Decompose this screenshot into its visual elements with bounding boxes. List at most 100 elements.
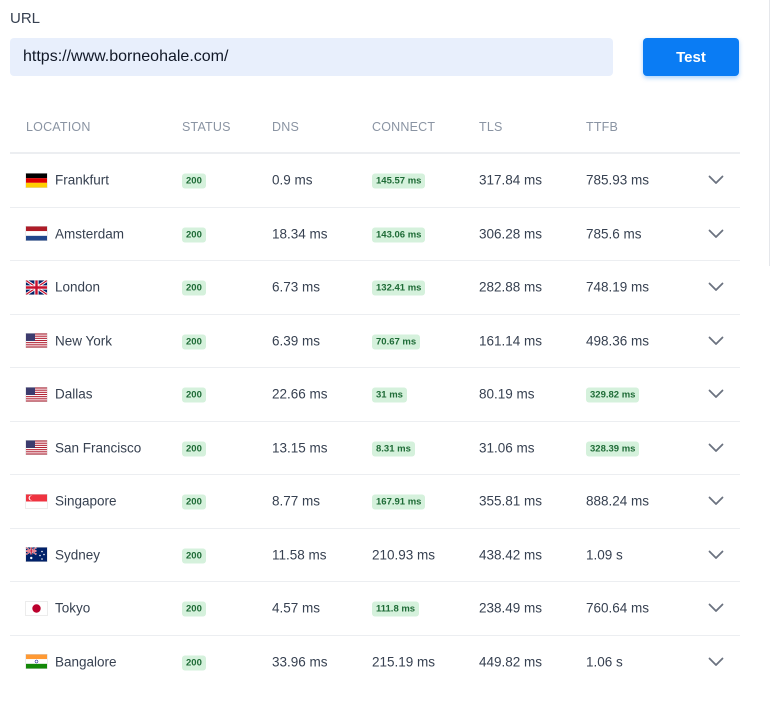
- dns-value: 6.73 ms: [272, 279, 321, 295]
- location-name: Dallas: [55, 386, 93, 402]
- connect-cell: 145.57 ms: [372, 172, 426, 189]
- location-name: New York: [55, 333, 113, 349]
- location-cell: Bangalore: [26, 654, 117, 669]
- connect-badge: 143.06 ms: [372, 227, 426, 243]
- ttfb-value: 1.09 s: [586, 547, 623, 563]
- table-row[interactable]: Bangalore 200 33.96 ms 215.19 ms 449.82 ms 1.…: [10, 636, 740, 689]
- status-cell: 200: [182, 332, 206, 350]
- location-cell: Frankfurt: [26, 173, 109, 188]
- connect-value: 167.91 ms: [376, 496, 422, 508]
- dns-value: 22.66 ms: [272, 386, 328, 402]
- connect-cell: 215.19 ms: [372, 654, 435, 669]
- status-cell: 200: [182, 439, 206, 457]
- tls-value: 438.42 ms: [479, 547, 543, 563]
- germany-flag-icon: [26, 173, 47, 188]
- india-flag-icon: [26, 654, 47, 669]
- ttfb-value: 748.19 ms: [586, 279, 650, 295]
- status-badge: 200: [182, 387, 206, 403]
- ttfb-value: 329.82 ms: [590, 389, 636, 401]
- location-cell: New York: [26, 333, 112, 348]
- url-label: URL: [10, 10, 41, 27]
- table-row[interactable]: Frankfurt 200 0.9 ms 145.57 ms 317.84 ms 785.…: [10, 154, 740, 208]
- ttfb-cell: 785.93 ms: [586, 173, 649, 188]
- status-badge: 200: [182, 494, 206, 510]
- ttfb-value: 1.06 s: [586, 654, 623, 670]
- location-cell: Dallas: [26, 387, 93, 402]
- japan-flag-icon: [26, 601, 47, 616]
- netherlands-flag-icon: [26, 226, 47, 241]
- table-row[interactable]: Dallas 200 22.66 ms 31 ms 80.19 ms 329.82 ms: [10, 368, 740, 422]
- chevron-down-icon[interactable]: [706, 545, 726, 565]
- ttfb-header: TTFB: [586, 120, 619, 134]
- table-row[interactable]: London 200 6.73 ms 132.41 ms 282.88 ms 748.19…: [10, 261, 740, 315]
- status-cell: 200: [182, 653, 206, 671]
- tls-value: 161.14 ms: [479, 333, 543, 349]
- location-cell: Tokyo: [26, 601, 90, 616]
- connect-value: 31 ms: [376, 389, 403, 401]
- connect-badge: 145.57 ms: [372, 173, 426, 189]
- chevron-down-icon[interactable]: [706, 438, 726, 458]
- connect-cell: 31 ms: [372, 386, 407, 403]
- status-header: STATUS: [182, 120, 231, 134]
- chevron-down-icon[interactable]: [706, 331, 726, 351]
- status-badge: 200: [182, 441, 206, 457]
- ttfb-cell: 1.09 s: [586, 547, 623, 562]
- status-badge: 200: [182, 601, 206, 617]
- test-button[interactable]: Test: [643, 38, 739, 76]
- ttfb-badge: 329.82 ms: [586, 387, 640, 403]
- status-cell: 200: [182, 493, 206, 510]
- status-badge: 200: [182, 548, 206, 564]
- location-name: Frankfurt: [55, 172, 110, 188]
- connect-cell: 8.31 ms: [372, 439, 415, 457]
- status-cell: 200: [182, 225, 206, 243]
- connect-badge: 132.41 ms: [372, 280, 426, 296]
- location-cell: Amsterdam: [26, 226, 124, 241]
- chevron-down-icon[interactable]: [706, 384, 726, 404]
- location-name: San Francisco: [55, 440, 142, 456]
- ttfb-cell: 329.82 ms: [586, 386, 640, 403]
- ttfb-cell: 785.6 ms: [586, 226, 642, 241]
- chevron-down-icon[interactable]: [706, 598, 726, 618]
- dns-value: 13.15 ms: [272, 440, 328, 456]
- chevron-down-icon[interactable]: [706, 277, 726, 297]
- url-input[interactable]: [10, 38, 613, 76]
- chevron-down-icon[interactable]: [706, 652, 726, 672]
- tls-value: 355.81 ms: [479, 493, 543, 509]
- ttfb-cell: 498.36 ms: [586, 333, 649, 348]
- table-row[interactable]: Sydney 200 11.58 ms 210.93 ms 438.42 ms 1.09 …: [10, 529, 740, 582]
- location-name: Bangalore: [55, 654, 117, 670]
- location-name: Sydney: [55, 547, 101, 563]
- connect-value: 210.93 ms: [372, 547, 436, 563]
- connect-cell: 111.8 ms: [372, 600, 420, 617]
- status-cell: 200: [182, 172, 206, 189]
- tls-value: 238.49 ms: [479, 600, 543, 616]
- location-cell: London: [26, 280, 100, 295]
- chevron-down-icon[interactable]: [706, 491, 726, 511]
- table-row[interactable]: San Francisco 200 13.15 ms 8.31 ms 31.06 ms 3…: [10, 422, 740, 475]
- dns-value: 11.58 ms: [272, 547, 327, 563]
- connect-value: 111.8 ms: [376, 603, 416, 615]
- tls-value: 80.19 ms: [479, 386, 535, 402]
- table-row[interactable]: Singapore 200 8.77 ms 167.91 ms 355.81 ms 888…: [10, 475, 740, 529]
- ttfb-badge: 328.39 ms: [586, 441, 640, 457]
- connect-value: 8.31 ms: [376, 443, 411, 455]
- dns-value: 33.96 ms: [272, 654, 328, 670]
- chevron-down-icon[interactable]: [706, 170, 726, 190]
- usa-flag-icon: [26, 333, 47, 348]
- tls-value: 317.84 ms: [479, 172, 543, 188]
- chevron-down-icon[interactable]: [706, 224, 726, 244]
- connect-cell: 143.06 ms: [372, 225, 426, 243]
- table-row[interactable]: Amsterdam 200 18.34 ms 143.06 ms 306.28 ms 78…: [10, 208, 740, 261]
- ttfb-value: 785.6 ms: [586, 226, 642, 242]
- location-header: LOCATION: [26, 120, 91, 134]
- table-row[interactable]: New York 200 6.39 ms 70.67 ms 161.14 ms 498.3…: [10, 315, 740, 368]
- location-name: Tokyo: [55, 600, 91, 616]
- status-cell: 200: [182, 546, 206, 564]
- uk-flag-icon: [26, 280, 47, 295]
- singapore-flag-icon: [26, 494, 47, 509]
- location-name: London: [55, 279, 101, 295]
- status-badge: 200: [182, 280, 206, 296]
- status-badge: 200: [182, 655, 206, 671]
- ttfb-value: 498.36 ms: [586, 333, 650, 349]
- table-row[interactable]: Tokyo 200 4.57 ms 111.8 ms 238.49 ms 760.64 m…: [10, 582, 740, 636]
